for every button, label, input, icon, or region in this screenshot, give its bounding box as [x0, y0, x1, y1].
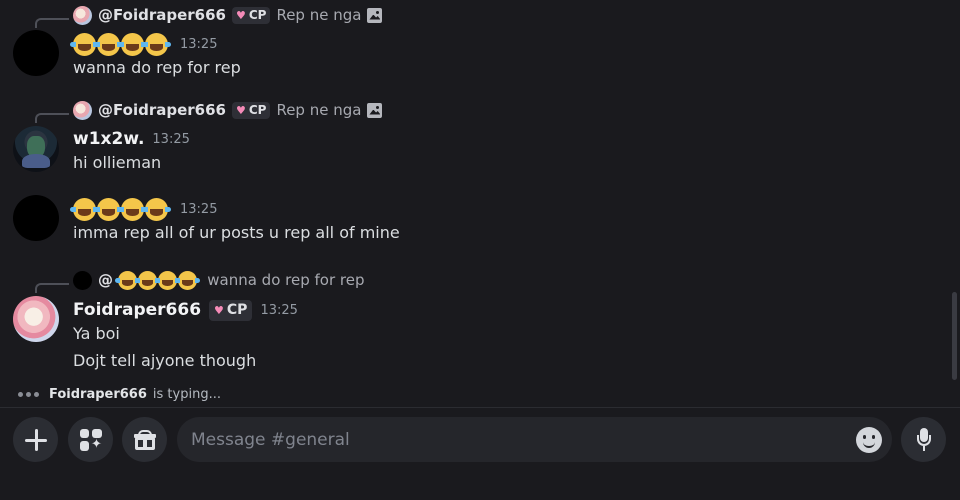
microphone-icon — [916, 427, 931, 452]
typing-user: Foidraper666 — [49, 386, 147, 402]
message-list: @Foidraper666 ♥ CP Rep ne nga 13:25 wann… — [0, 0, 960, 406]
timestamp: 13:25 — [180, 201, 218, 217]
message-text: hi ollieman — [73, 153, 162, 172]
scrollbar-thumb[interactable] — [952, 292, 957, 380]
reply-avatar — [73, 5, 92, 25]
heart-icon: ♥ — [235, 103, 246, 117]
avatar[interactable] — [13, 30, 59, 76]
timestamp: 13:25 — [180, 36, 218, 52]
reply-text: wanna do rep for rep — [207, 271, 365, 289]
voice-message-button[interactable] — [901, 417, 946, 462]
emoji-name[interactable] — [70, 32, 171, 56]
reply-preview[interactable]: @Foidraper666 ♥ CP Rep ne nga — [73, 4, 383, 26]
joy-emoji-icon — [175, 270, 201, 290]
image-icon — [367, 7, 383, 23]
role-badge-label: CP — [248, 103, 267, 117]
emoji-name[interactable] — [70, 197, 171, 221]
image-icon — [367, 102, 383, 118]
role-badge: ♥ CP — [231, 6, 271, 24]
avatar[interactable] — [13, 296, 59, 342]
typing-indicator: Foidraper666 is typing... — [18, 385, 221, 403]
typing-text: is typing... — [152, 386, 221, 402]
role-badge-label: CP — [248, 8, 267, 22]
joy-emoji-icon — [70, 32, 99, 56]
message-header: 13:25 — [70, 196, 218, 222]
reply-preview[interactable]: @ wanna do rep for rep — [73, 269, 364, 291]
message-text: imma rep all of ur posts u rep all of mi… — [73, 223, 400, 242]
typing-dots-icon — [18, 391, 39, 397]
reply-avatar — [73, 270, 92, 290]
reply-avatar — [73, 100, 92, 120]
reply-text: Rep ne nga — [276, 101, 362, 119]
role-badge-label: CP — [226, 302, 248, 318]
gift-button[interactable] — [122, 417, 167, 462]
reply-connector — [35, 283, 69, 293]
avatar[interactable] — [13, 195, 59, 241]
timestamp: 13:25 — [260, 302, 298, 318]
reply-connector — [35, 18, 69, 28]
joy-emoji-icon — [142, 197, 171, 221]
reply-text: Rep ne nga — [276, 6, 362, 24]
message-composer[interactable] — [177, 417, 892, 462]
heart-icon: ♥ — [235, 8, 246, 22]
plus-icon — [24, 428, 47, 451]
avatar[interactable] — [13, 126, 59, 172]
reply-connector — [35, 113, 69, 123]
timestamp: 13:25 — [152, 131, 190, 147]
role-badge: ♥ CP — [209, 299, 253, 321]
joy-emoji-icon — [94, 197, 123, 221]
divider — [0, 407, 960, 408]
reply-author[interactable]: @ — [98, 270, 201, 290]
reply-preview[interactable]: @Foidraper666 ♥ CP Rep ne nga — [73, 99, 383, 121]
emoji-name — [115, 270, 201, 290]
reply-author[interactable]: @Foidraper666 — [98, 101, 226, 119]
add-button[interactable] — [13, 417, 58, 462]
emoji-icon[interactable] — [856, 426, 882, 453]
mention-symbol: @ — [98, 270, 113, 289]
apps-button[interactable] — [68, 417, 113, 462]
heart-icon: ♥ — [214, 303, 224, 317]
message-text: Dojt tell ajyone though — [73, 351, 257, 370]
message-header: w1x2w. 13:25 — [73, 126, 190, 152]
role-badge: ♥ CP — [231, 101, 271, 119]
username[interactable]: w1x2w. — [73, 129, 144, 149]
joy-emoji-icon — [142, 32, 171, 56]
reply-author[interactable]: @Foidraper666 — [98, 6, 226, 24]
message-text: Ya boi — [73, 324, 120, 343]
joy-emoji-icon — [70, 197, 99, 221]
message-input[interactable] — [191, 429, 856, 450]
username[interactable]: Foidraper666 — [73, 300, 201, 320]
message-header: Foidraper666 ♥ CP 13:25 — [73, 297, 298, 323]
message-header: 13:25 — [70, 31, 218, 57]
joy-emoji-icon — [118, 197, 147, 221]
gift-icon — [133, 429, 156, 450]
message-text: wanna do rep for rep — [73, 58, 241, 77]
joy-emoji-icon — [94, 32, 123, 56]
joy-emoji-icon — [118, 32, 147, 56]
apps-icon — [79, 428, 102, 451]
